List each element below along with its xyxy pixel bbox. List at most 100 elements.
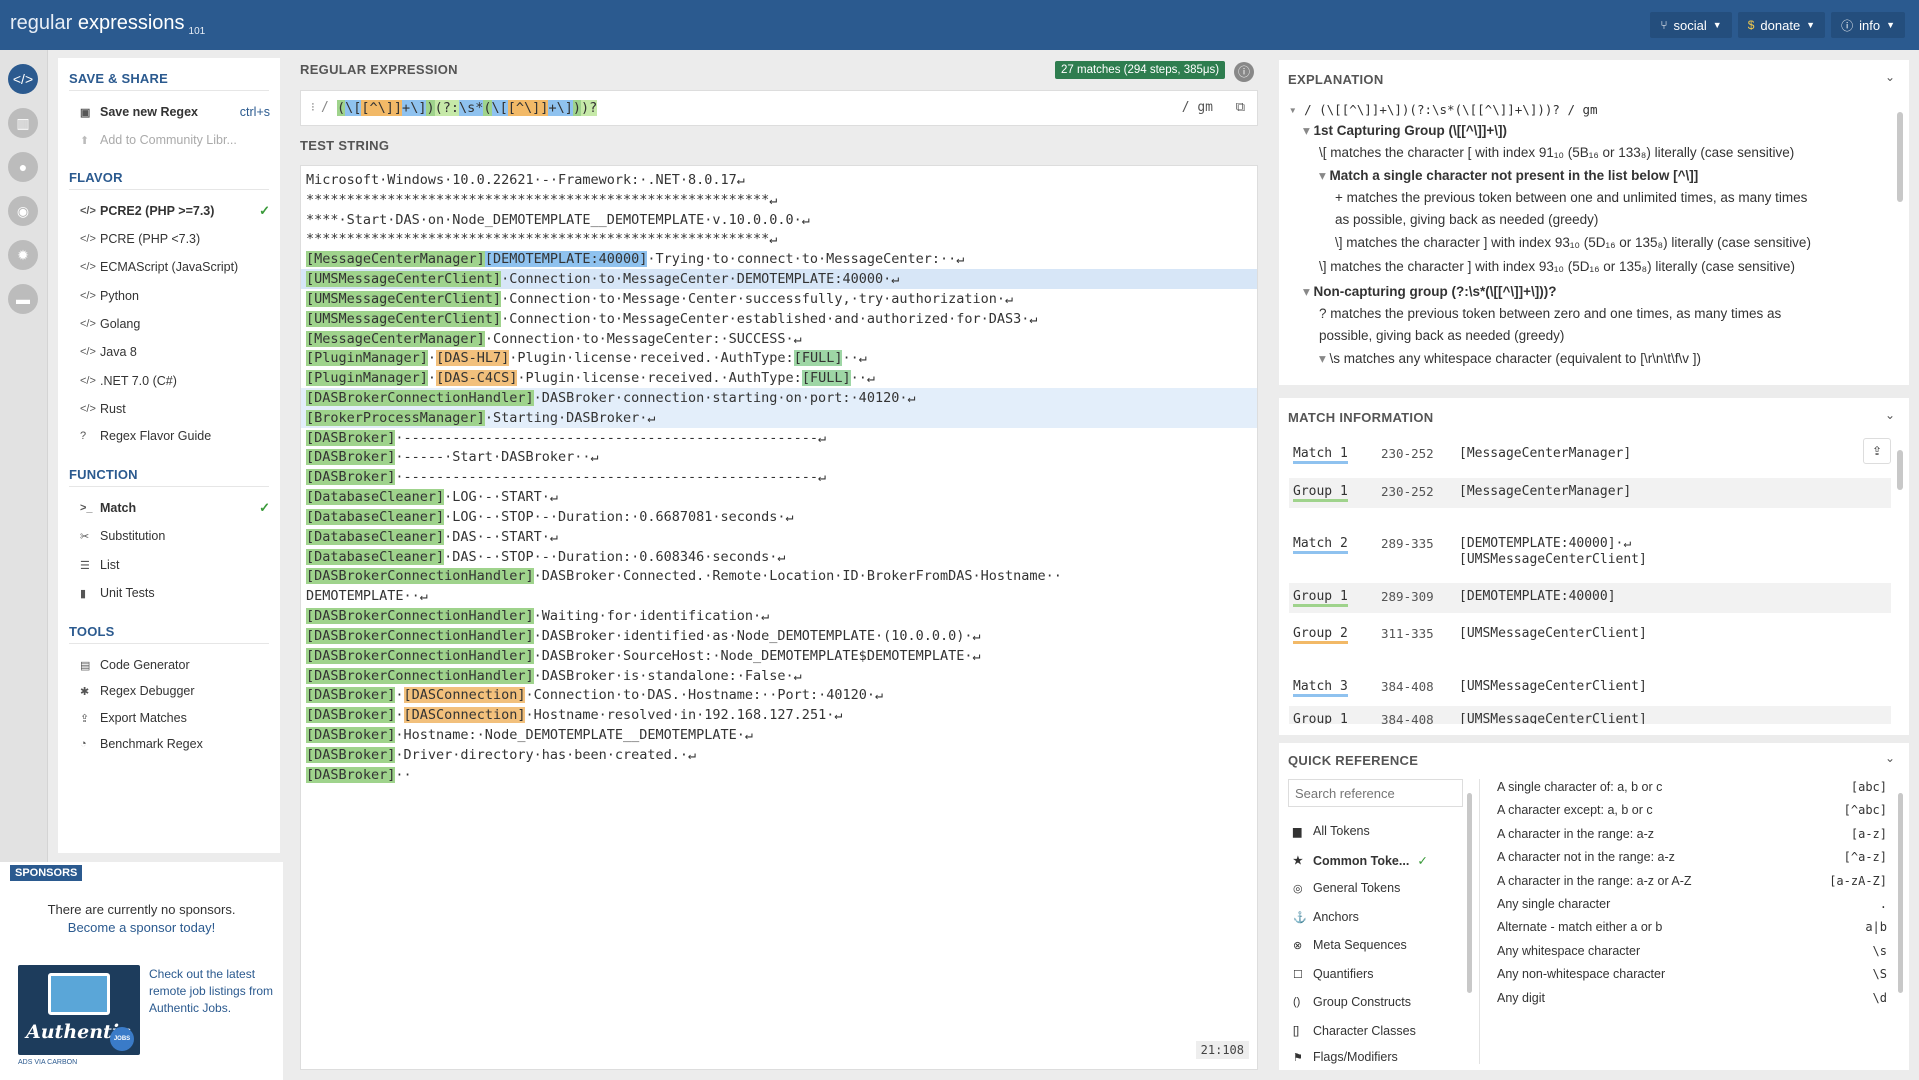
regex-input[interactable]: ⁝ / (\[[^\]]+\])(?:\s*(\[[^\]]+\]))? / g… [300,90,1258,126]
info-button[interactable]: ⓘ info ▼ [1831,12,1905,38]
ad-image[interactable]: Authentic JOBS [18,965,140,1055]
tool-benchmark-regex[interactable]: ◔ Benchmark Regex [80,737,270,751]
test-line[interactable]: [DatabaseCleaner]·DAS·-·START·↵ [306,527,558,547]
test-line[interactable]: [DASBroker]·-----·Start·DASBroker··↵ [306,447,599,467]
drag-handle-icon[interactable]: ⁝ [311,100,315,114]
test-line[interactable]: [DatabaseCleaner]·DAS·-·STOP·-·Duration:… [306,547,786,567]
explanation-line[interactable]: ▾ \s matches any whitespace character (e… [1319,351,1701,367]
scrollbar[interactable] [1467,793,1472,993]
group-row[interactable]: Group 1 230-252 [MessageCenterManager] [1289,478,1891,508]
ref-category[interactable]: ⚑ Flags/Modifiers [1293,1049,1398,1065]
test-line[interactable]: Microsoft·Windows·10.0.22621·-·Framework… [306,170,745,190]
function-unit-tests[interactable]: ▮ Unit Tests [80,586,270,600]
reference-item[interactable]: A single character of: a, b or c [abc] [1497,780,1887,794]
account-rail-button[interactable]: ● [8,152,38,182]
reference-item[interactable]: A character except: a, b or c [^abc] [1497,803,1887,817]
match-row[interactable]: Match 3 384-408 [UMSMessageCenterClient] [1289,673,1891,703]
reference-item[interactable]: Any digit \d [1497,991,1887,1005]
save-regex-item[interactable]: ▣ Save new Regex ctrl+s [80,105,270,119]
group-row[interactable]: Group 2 311-335 [UMSMessageCenterClient] [1289,620,1891,650]
quiz-rail-button[interactable]: ◉ [8,196,38,226]
test-line[interactable]: [DASBroker]·[DASConnection]·Connection·t… [306,685,883,705]
reference-item[interactable]: A character in the range: a-z [a-z] [1497,827,1887,841]
test-line[interactable]: [DASBroker]·Hostname:·Node_DEMOTEMPLATE_… [306,725,753,745]
function-match[interactable]: >_ Match ✓ [80,500,270,515]
become-sponsor-link[interactable]: Become a sponsor today! [0,920,283,935]
test-line[interactable]: [DatabaseCleaner]·LOG·-·START·↵ [306,487,558,507]
test-line[interactable]: [UMSMessageCenterClient]·Connection·to·M… [306,269,899,289]
tool-code-generator[interactable]: ▤ Code Generator [80,658,270,672]
flavor-pcre[interactable]: </> PCRE (PHP <7.3) [80,232,270,246]
test-line[interactable]: [BrokerProcessManager]·Starting·DASBroke… [306,408,656,428]
flavor-guide[interactable]: ? Regex Flavor Guide [80,429,270,443]
test-line[interactable]: [DASBroker]·----------------------------… [306,428,826,448]
flavor-ecmascript[interactable]: </> ECMAScript (JavaScript) [80,260,270,274]
explanation-line[interactable]: ▾ 1st Capturing Group (\[[^\]]+\]) [1303,123,1507,139]
ads-via-carbon[interactable]: ADS VIA CARBON [18,1059,77,1066]
regex-pattern[interactable]: (\[[^\]]+\])(?:\s*(\[[^\]]+\]))? [337,100,598,116]
copy-icon[interactable]: ⧉ [1236,99,1245,115]
flavor-dotnet[interactable]: </> .NET 7.0 (C#) [80,374,270,388]
test-line[interactable]: [UMSMessageCenterClient]·Connection·to·M… [306,289,1013,309]
test-line[interactable]: [DASBrokerConnectionHandler]·DASBroker·i… [306,666,802,686]
ref-category[interactable]: ⚓ Anchors [1293,910,1359,924]
chat-rail-button[interactable]: ▬ [8,284,38,314]
group-row[interactable]: Group 1 289-309 [DEMOTEMPLATE:40000] [1289,583,1891,613]
ref-category[interactable]: ⊗ Meta Sequences [1293,938,1407,952]
test-string-editor[interactable]: 21:108 Microsoft·Windows·10.0.22621·-·Fr… [300,165,1258,1070]
test-line[interactable]: [DASBroker]·----------------------------… [306,467,826,487]
regex-flags[interactable]: / gm [1182,100,1213,115]
chevron-down-icon[interactable]: ⌄ [1885,70,1895,84]
ref-category[interactable]: () Group Constructs [1293,995,1411,1009]
test-line[interactable]: [DASBroker]·Driver·directory·has·been·cr… [306,745,696,765]
flavor-java[interactable]: </> Java 8 [80,345,270,359]
test-line[interactable]: ****************************************… [306,229,777,249]
reference-item[interactable]: Alternate - match either a or b a|b [1497,920,1887,934]
scrollbar[interactable] [1897,450,1903,490]
function-list[interactable]: ☰ List [80,558,270,572]
explanation-line[interactable]: ▾ Non-capturing group (?:\s*(\[[^\]]+\])… [1303,284,1557,300]
match-row[interactable]: Match 2 289-335 [DEMOTEMPLATE:40000]·↵ [UM… [1289,530,1891,574]
reference-item[interactable]: Any single character. [1497,897,1887,911]
test-line[interactable]: [PluginManager]·[DAS-HL7]·Plugin·license… [306,348,867,368]
logo[interactable]: regular expressions 101 [10,12,205,37]
reference-item[interactable]: Any non-whitespace character \S [1497,967,1887,981]
flavor-python[interactable]: </> Python [80,289,270,303]
ref-category[interactable]: ▆ All Tokens [1293,824,1370,838]
info-icon[interactable]: ⓘ [1234,62,1254,82]
editor-rail-button[interactable]: </> [8,64,38,94]
chevron-down-icon[interactable]: ⌄ [1885,751,1895,765]
test-line[interactable]: [DASBrokerConnectionHandler]·Waiting·for… [306,606,769,626]
test-line[interactable]: [DASBrokerConnectionHandler]·DASBroker·S… [306,646,981,666]
reference-item[interactable]: Any whitespace character \s [1497,944,1887,958]
settings-rail-button[interactable]: ✹ [8,240,38,270]
reference-item[interactable]: A character not in the range: a-z [^a-z] [1497,850,1887,864]
library-rail-button[interactable]: ▥ [8,108,38,138]
test-line[interactable]: ****·Start·DAS·on·Node_DEMOTEMPLATE__DEM… [306,210,810,230]
group-row[interactable]: Group 1 384-408 [UMSMessageCenterClient] [1289,706,1891,724]
social-button[interactable]: ⑂ social ▼ [1650,12,1732,38]
test-line[interactable]: [DASBrokerConnectionHandler]·DASBroker·i… [306,626,981,646]
test-line[interactable]: [DatabaseCleaner]·LOG·-·STOP·-·Duration:… [306,507,794,527]
ad-text[interactable]: Check out the latest remote job listings… [149,966,274,1017]
test-line[interactable]: ****************************************… [306,190,777,210]
scrollbar[interactable] [1897,112,1903,202]
test-line[interactable]: DEMOTEMPLATE··↵ [306,586,428,606]
test-line[interactable]: [MessageCenterManager]·Connection·to·Mes… [306,329,802,349]
ref-category[interactable]: [] Character Classes [1293,1024,1416,1038]
test-line[interactable]: [DASBrokerConnectionHandler]·DASBroker·C… [306,566,1062,586]
add-community-item[interactable]: ⬆ Add to Community Libr... [80,133,270,147]
ref-category[interactable]: ◎ General Tokens [1293,881,1400,895]
test-line[interactable]: [UMSMessageCenterClient]·Connection·to·M… [306,309,1038,329]
donate-button[interactable]: $ donate ▼ [1737,12,1826,38]
match-row[interactable]: Match 1 230-252 [MessageCenterManager] [1289,440,1891,470]
explanation-line[interactable]: ▾ Match a single character not present i… [1319,168,1698,184]
test-line[interactable]: [DASBrokerConnectionHandler]·DASBroker·c… [306,388,916,408]
function-substitution[interactable]: ✂ Substitution [80,529,270,543]
test-line[interactable]: [DASBroker]·[DASConnection]·Hostname·res… [306,705,842,725]
test-line[interactable]: [MessageCenterManager][DEMOTEMPLATE:4000… [306,249,964,269]
chevron-down-icon[interactable]: ⌄ [1885,408,1895,422]
scrollbar[interactable] [1898,793,1903,993]
reference-search-input[interactable] [1288,779,1463,807]
ref-category[interactable]: ☐ Quantifiers [1293,967,1373,981]
